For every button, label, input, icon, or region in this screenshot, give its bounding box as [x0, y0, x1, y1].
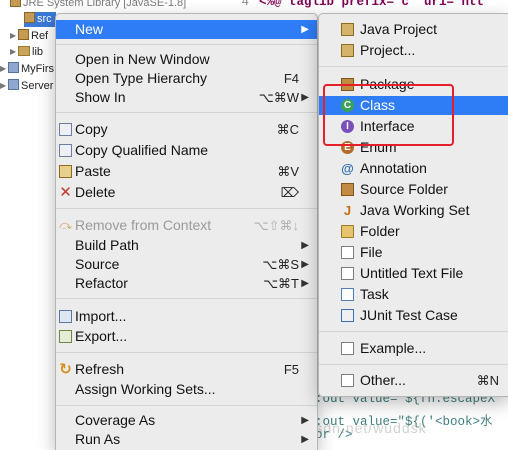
delete-icon: ✕ [59, 184, 72, 201]
submenu-item-example[interactable]: Example... [319, 339, 508, 358]
example-icon [341, 342, 354, 355]
submenu-item-enum[interactable]: E Enum [319, 138, 508, 157]
project-icon [8, 62, 19, 73]
menu-item-copy[interactable]: Copy ⌘C [56, 120, 317, 139]
library-icon [18, 29, 29, 40]
menu-item-open-type-hierarchy[interactable]: Open Type Hierarchy F4 [56, 69, 317, 88]
menu-item-remove-from-context[interactable]: ⤼ Remove from Context ⌥⇧⌘↓ [56, 216, 317, 235]
source-folder-icon [24, 12, 35, 23]
library-icon [10, 0, 21, 7]
text-file-icon [341, 267, 354, 280]
menu-item-copy-qualified-name[interactable]: Copy Qualified Name [56, 141, 317, 160]
enum-icon: E [341, 141, 354, 154]
submenu-item-project[interactable]: Project... [319, 41, 508, 60]
working-set-icon: J [343, 203, 352, 218]
submenu-item-folder[interactable]: Folder [319, 222, 508, 241]
annotation-icon: @ [341, 161, 354, 176]
package-explorer: JRE System Library [JavaSE-1.8] src ▶ Ref… [0, 0, 186, 449]
menu-item-run-as[interactable]: Run As ▶ [56, 430, 317, 449]
submenu-item-interface[interactable]: I Interface [319, 117, 508, 136]
task-icon [341, 288, 354, 301]
menu-separator [56, 44, 317, 45]
junit-icon [341, 309, 354, 322]
tree-item-jre[interactable]: JRE System Library [JavaSE-1.8] [10, 0, 186, 11]
java-project-icon [341, 23, 354, 36]
submenu-item-junit-test-case[interactable]: JUnit Test Case [319, 306, 508, 325]
export-icon [59, 330, 72, 343]
tree-item-server[interactable]: ▶ Server [0, 78, 53, 93]
remove-from-context-icon: ⤼ [59, 218, 72, 232]
new-submenu: Java Project Project... Package C Class … [318, 13, 508, 397]
menu-separator [319, 364, 508, 365]
submenu-arrow-icon: ▶ [301, 415, 309, 426]
import-icon [59, 310, 72, 323]
submenu-item-untitled-text-file[interactable]: Untitled Text File [319, 264, 508, 283]
submenu-item-package[interactable]: Package [319, 75, 508, 94]
submenu-arrow-icon: ▶ [301, 24, 309, 35]
menu-item-coverage-as[interactable]: Coverage As ▶ [56, 411, 317, 430]
menu-item-new[interactable]: New ▶ [56, 20, 317, 39]
menu-item-paste[interactable]: Paste ⌘V [56, 162, 317, 181]
menu-separator [56, 352, 317, 353]
submenu-arrow-icon: ▶ [301, 92, 309, 103]
code-line-4: 4 <%@ taglib prefix="c" uri="htt [241, 0, 485, 9]
other-wizard-icon [341, 374, 354, 387]
submenu-item-other[interactable]: Other... ⌘N [319, 371, 508, 390]
context-menu: New ▶ Open in New Window Open Type Hiera… [55, 13, 318, 450]
menu-item-build-path[interactable]: Build Path ▶ [56, 236, 317, 255]
menu-item-export[interactable]: Export... [56, 327, 317, 346]
source-folder-icon [341, 183, 354, 196]
submenu-item-annotation[interactable]: @ Annotation [319, 159, 508, 178]
project-icon [341, 44, 354, 57]
submenu-item-task[interactable]: Task [319, 285, 508, 304]
project-icon [8, 79, 19, 90]
tree-item-lib[interactable]: ▶ lib [10, 44, 43, 59]
menu-separator [56, 298, 317, 299]
copy-qualified-name-icon [59, 144, 72, 157]
file-icon [341, 246, 354, 259]
submenu-item-java-project[interactable]: Java Project [319, 20, 508, 39]
menu-separator [319, 331, 508, 332]
class-icon: C [341, 99, 354, 112]
refresh-icon: ↻ [59, 361, 72, 378]
submenu-arrow-icon: ▶ [301, 259, 309, 270]
menu-item-delete[interactable]: ✕ Delete ⌦ [56, 183, 317, 202]
interface-icon: I [341, 120, 354, 133]
menu-item-refactor[interactable]: Refactor ⌥⌘T ▶ [56, 274, 317, 293]
menu-item-import[interactable]: Import... [56, 307, 317, 326]
submenu-arrow-icon: ▶ [301, 278, 309, 289]
submenu-item-class[interactable]: C Class [319, 96, 508, 115]
submenu-item-file[interactable]: File [319, 243, 508, 262]
menu-separator [56, 112, 317, 113]
folder-icon [18, 46, 30, 56]
paste-icon [59, 165, 72, 178]
menu-separator [56, 208, 317, 209]
submenu-arrow-icon: ▶ [301, 434, 309, 445]
menu-item-open-in-new-window[interactable]: Open in New Window [56, 50, 317, 69]
expand-arrow-icon[interactable]: ▶ [0, 61, 8, 76]
tree-item-ref[interactable]: ▶ Ref [10, 28, 48, 43]
menu-item-assign-working-sets[interactable]: Assign Working Sets... [56, 380, 317, 399]
submenu-item-source-folder[interactable]: Source Folder [319, 180, 508, 199]
folder-icon [341, 225, 354, 238]
menu-item-show-in[interactable]: Show In ⌥⌘W ▶ [56, 88, 317, 107]
submenu-item-java-working-set[interactable]: J Java Working Set [319, 201, 508, 220]
expand-arrow-icon[interactable]: ▶ [10, 28, 18, 43]
expand-arrow-icon[interactable]: ▶ [0, 78, 8, 93]
menu-separator [56, 405, 317, 406]
expand-arrow-icon[interactable]: ▶ [10, 44, 18, 59]
tree-item-myfirst[interactable]: ▶ MyFirs [0, 61, 54, 76]
package-icon [341, 78, 354, 91]
menu-item-refresh[interactable]: ↻ Refresh F5 [56, 360, 317, 379]
copy-icon [59, 123, 72, 136]
menu-separator [319, 66, 508, 67]
submenu-arrow-icon: ▶ [301, 240, 309, 251]
menu-item-source[interactable]: Source ⌥⌘S ▶ [56, 255, 317, 274]
tree-item-src[interactable]: src [24, 12, 56, 27]
